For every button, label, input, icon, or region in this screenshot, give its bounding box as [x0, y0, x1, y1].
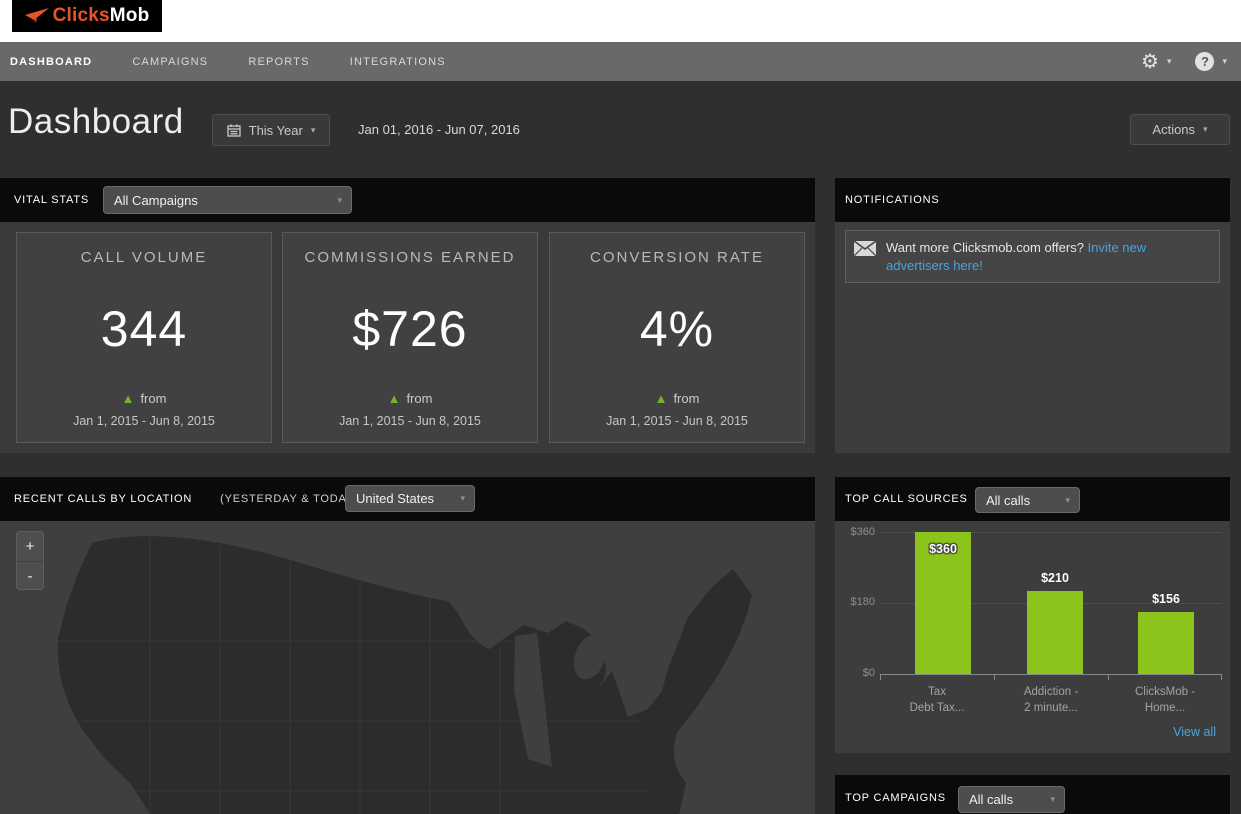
page-title: Dashboard	[8, 102, 184, 142]
y-axis-tick: $0	[835, 667, 875, 679]
notification-item: Want more Clicksmob.com offers? Invite n…	[845, 230, 1220, 283]
arrow-up-icon: ▲	[122, 392, 135, 405]
stat-card-commissions: COMMISSIONS EARNED $726 ▲ from Jan 1, 201…	[282, 232, 538, 443]
stat-value: 4%	[640, 266, 714, 391]
date-filter-button[interactable]: This Year ▾	[212, 114, 330, 146]
map-zoom-controls: + -	[16, 531, 44, 590]
country-filter-dropdown[interactable]: United States ▾	[345, 485, 475, 512]
actions-button[interactable]: Actions ▾	[1130, 114, 1230, 145]
stat-period: Jan 1, 2015 - Jun 8, 2015	[73, 414, 215, 428]
browser-top-strip: ClicksMob	[0, 0, 1241, 42]
date-filter-label: This Year	[249, 123, 303, 138]
vital-stats-panel: CALL VOLUME 344 ▲ from Jan 1, 2015 - Jun …	[0, 222, 815, 453]
top-campaigns-filter-dropdown[interactable]: All calls ▾	[958, 786, 1065, 813]
top-campaigns-filter-value: All calls	[969, 792, 1050, 807]
notifications-title: NOTIFICATIONS	[845, 194, 940, 206]
notification-text: Want more Clicksmob.com offers? Invite n…	[886, 239, 1209, 274]
nav-item-campaigns[interactable]: CAMPAIGNS	[132, 56, 208, 68]
clicksmob-logo[interactable]: ClicksMob	[12, 0, 162, 32]
actions-label: Actions	[1152, 122, 1195, 137]
map-zoom-out-button[interactable]: -	[17, 562, 43, 591]
stat-label: COMMISSIONS EARNED	[304, 249, 515, 266]
stat-value: 344	[101, 266, 187, 391]
nav-item-integrations[interactable]: INTEGRATIONS	[350, 56, 446, 68]
stat-period: Jan 1, 2015 - Jun 8, 2015	[339, 414, 481, 428]
top-campaigns-title: TOP CAMPAIGNS	[845, 792, 946, 804]
stat-value: $726	[352, 266, 467, 391]
usa-map-silhouette	[0, 521, 815, 814]
chevron-down-icon: ▾	[1050, 794, 1055, 805]
map-zoom-in-button[interactable]: +	[17, 532, 43, 561]
help-caret-icon[interactable]: ▾	[1222, 56, 1227, 67]
stat-change-text: from	[673, 391, 699, 406]
dashboard-screen: ClicksMob DASHBOARD CAMPAIGNS REPORTS IN…	[0, 0, 1241, 814]
category-label: Addiction -2 minute...	[994, 684, 1108, 716]
category-label: ClicksMob -Home...	[1108, 684, 1222, 716]
x-axis-line	[880, 674, 1222, 675]
bar-value-label: $360	[915, 542, 971, 556]
call-sources-filter-value: All calls	[986, 493, 1065, 508]
country-filter-value: United States	[356, 491, 460, 506]
stat-period: Jan 1, 2015 - Jun 8, 2015	[606, 414, 748, 428]
chart-bar[interactable]	[1027, 591, 1083, 674]
envelope-icon	[854, 241, 876, 274]
chevron-down-icon: ▾	[1065, 495, 1070, 506]
vital-stats-title: VITAL STATS	[14, 194, 89, 206]
stat-label: CALL VOLUME	[81, 249, 207, 266]
call-sources-filter-dropdown[interactable]: All calls ▾	[975, 487, 1080, 513]
paper-plane-icon	[25, 8, 49, 24]
stat-label: CONVERSION RATE	[590, 249, 764, 266]
bar-value-label: $210	[1027, 571, 1083, 585]
calls-map[interactable]: + -	[0, 521, 815, 814]
top-call-sources-chart: $360 $180 $0 $360 $210 $156 TaxDebt Tax.…	[835, 521, 1230, 753]
help-icon[interactable]: ?	[1195, 52, 1214, 71]
gear-caret-icon[interactable]: ▾	[1167, 56, 1172, 67]
date-range-text: Jan 01, 2016 - Jun 07, 2016	[358, 114, 520, 146]
chart-bar[interactable]	[1138, 612, 1194, 674]
stat-change-text: from	[406, 391, 432, 406]
logo-text: ClicksMob	[53, 5, 150, 27]
chevron-down-icon: ▾	[311, 125, 316, 136]
bar-value-label: $156	[1138, 592, 1194, 606]
arrow-up-icon: ▲	[388, 392, 401, 405]
stat-card-conversion-rate: CONVERSION RATE 4% ▲ from Jan 1, 2015 - J…	[549, 232, 805, 443]
nav-item-dashboard[interactable]: DASHBOARD	[10, 56, 92, 68]
campaign-filter-value: All Campaigns	[114, 193, 337, 208]
calendar-icon	[227, 124, 241, 137]
chevron-down-icon: ▾	[1203, 124, 1208, 135]
chevron-down-icon: ▾	[337, 195, 342, 206]
recent-calls-title: RECENT CALLS BY LOCATION	[14, 493, 192, 505]
chevron-down-icon: ▾	[460, 493, 465, 504]
notifications-panel: Want more Clicksmob.com offers? Invite n…	[835, 222, 1230, 453]
nav-item-reports[interactable]: REPORTS	[248, 56, 309, 68]
recent-calls-subtitle: (YESTERDAY & TODAY)	[220, 493, 358, 505]
main-nav: DASHBOARD CAMPAIGNS REPORTS INTEGRATIONS…	[0, 42, 1241, 81]
y-axis-tick: $360	[835, 526, 875, 538]
stat-change-text: from	[140, 391, 166, 406]
stat-card-call-volume: CALL VOLUME 344 ▲ from Jan 1, 2015 - Jun …	[16, 232, 272, 443]
top-call-sources-title: TOP CALL SOURCES	[845, 493, 968, 505]
campaign-filter-dropdown[interactable]: All Campaigns ▾	[103, 186, 352, 214]
gear-icon[interactable]: ⚙	[1141, 52, 1159, 72]
chart-plot-area: $360 $210 $156	[880, 532, 1222, 674]
category-label: TaxDebt Tax...	[880, 684, 994, 716]
notifications-header: NOTIFICATIONS	[835, 178, 1230, 222]
arrow-up-icon: ▲	[655, 392, 668, 405]
y-axis-tick: $180	[835, 596, 875, 608]
view-all-link[interactable]: View all	[1173, 725, 1216, 739]
